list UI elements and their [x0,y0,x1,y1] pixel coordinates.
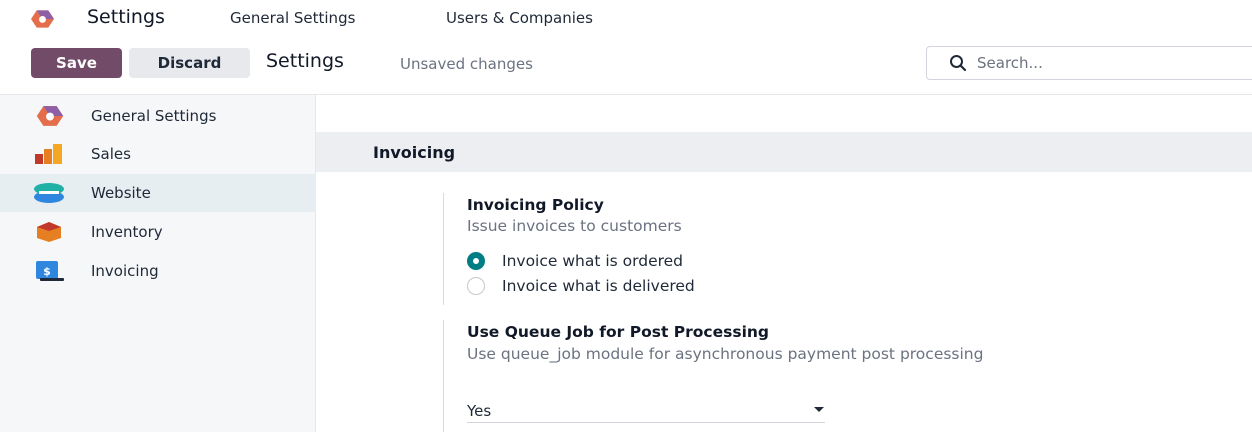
sidebar-item-sales[interactable]: Sales [0,135,316,173]
radio-checked[interactable] [467,252,485,270]
queue-job-select[interactable]: Yes [467,399,825,423]
setting-description: Use queue_job module for asynchronous pa… [467,345,984,363]
sales-app-icon [35,144,62,164]
discard-button[interactable]: Discard [129,48,250,78]
section-title: Invoicing [373,143,456,162]
save-button[interactable]: Save [31,48,122,78]
caret-down-icon [814,407,824,412]
section-header-invoicing: Invoicing [316,132,1252,172]
sidebar-item-label: Sales [91,145,131,163]
search-icon [950,55,967,72]
sidebar-item-website[interactable]: Website [0,174,316,212]
select-value: Yes [467,401,492,420]
setting-divider [443,193,444,305]
sidebar-item-label: General Settings [91,107,217,125]
setting-title-queue-job: Use Queue Job for Post Processing [467,323,770,341]
odoo-logo-icon[interactable] [31,9,54,29]
radio-label: Invoice what is ordered [502,252,684,270]
unsaved-changes-indicator: Unsaved changes [400,55,533,73]
menu-users-companies[interactable]: Users & Companies [446,9,593,27]
svg-text:$: $ [43,265,51,278]
setting-description: Issue invoices to customers [467,217,682,235]
setting-title-invoicing-policy: Invoicing Policy [467,196,604,214]
radio-unchecked[interactable] [467,277,485,295]
settings-sidebar: General Settings Sales Website Inventory… [0,95,316,432]
website-app-icon [34,183,64,203]
breadcrumb: Settings [266,50,344,72]
search-box[interactable] [926,46,1252,80]
sidebar-item-inventory[interactable]: Inventory [0,213,316,251]
setting-divider [443,320,444,432]
menu-general-settings[interactable]: General Settings [230,9,355,27]
odoo-logo-icon [36,106,64,126]
sidebar-item-label: Website [91,184,151,202]
radio-invoice-delivered[interactable]: Invoice what is delivered [467,277,695,295]
inventory-app-icon [37,222,61,242]
invoicing-app-icon: $ [36,261,64,281]
sidebar-item-general-settings[interactable]: General Settings [0,97,316,135]
top-navbar: Settings General Settings Users & Compan… [0,0,1252,38]
search-input[interactable] [977,54,1217,72]
radio-label: Invoice what is delivered [502,277,695,295]
sidebar-item-label: Invoicing [91,262,159,280]
sidebar-item-invoicing[interactable]: $ Invoicing [0,252,316,290]
sidebar-item-label: Inventory [91,223,163,241]
radio-invoice-ordered[interactable]: Invoice what is ordered [467,252,683,270]
app-title[interactable]: Settings [87,6,165,28]
